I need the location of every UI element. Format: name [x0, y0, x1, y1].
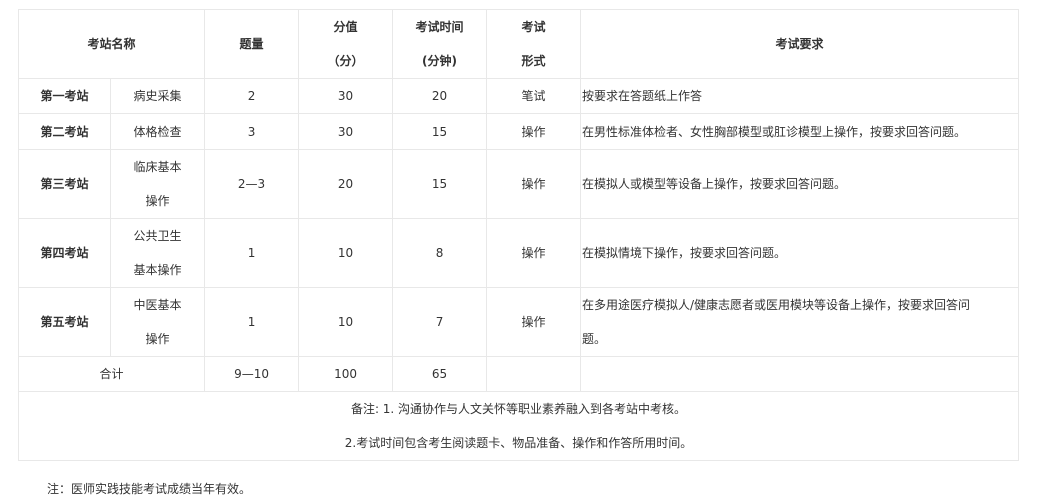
- table-row: 第四考站 公共卫生 基本操作 1 10 8 操作 在模拟情境下操作，按要求回答问…: [18, 218, 1020, 288]
- score-cell: 10: [298, 287, 394, 357]
- question-count-cell: 2—3: [204, 149, 300, 219]
- remarks-cell: 备注: 1. 沟通协作与人文关怀等职业素养融入到各考站中考核。 2.考试时间包含…: [17, 391, 1020, 461]
- requirement-cell: 在多用途医疗模拟人/健康志愿者或医用模块等设备上操作，按要求回答问 题。: [580, 287, 1020, 357]
- header-score-line2: （分）: [327, 54, 364, 68]
- total-question-count: 9—10: [204, 356, 300, 392]
- remarks-line2: 2.考试时间包含考生阅读题卡、物品准备、操作和作答所用时间。: [344, 436, 693, 450]
- time-cell: 15: [392, 113, 488, 150]
- table-row: 第五考站 中医基本 操作 1 10 7 操作 在多用途医疗模拟人/健康志愿者或医…: [18, 287, 1020, 357]
- requirement-line2: 题。: [582, 332, 607, 346]
- total-row: 合计 9—10 100 65: [17, 356, 1020, 392]
- table-row: 第三考站 临床基本 操作 2—3 20 15 操作 在模拟人或模型等设备上操作，…: [18, 149, 1020, 219]
- score-cell: 20: [298, 149, 394, 219]
- question-count-cell: 3: [204, 113, 300, 150]
- station-subject: 病史采集: [109, 78, 206, 114]
- station-subject: 体格检查: [109, 113, 206, 150]
- form-cell: 操作: [486, 113, 582, 150]
- header-exam-time: 考试时间 (分钟): [392, 9, 488, 79]
- score-cell: 10: [298, 218, 394, 288]
- score-cell: 30: [298, 78, 394, 114]
- station-subject: 中医基本 操作: [109, 287, 206, 357]
- time-cell: 7: [392, 287, 488, 357]
- form-cell: 操作: [486, 287, 582, 357]
- form-cell: 操作: [486, 149, 582, 219]
- station-subject: 公共卫生 基本操作: [109, 218, 206, 288]
- form-cell: 操作: [486, 218, 582, 288]
- station-subject: 临床基本 操作: [109, 149, 206, 219]
- total-score: 100: [298, 356, 394, 392]
- station-subject-line2: 操作: [145, 332, 170, 346]
- station-subject-line1: 临床基本: [133, 160, 182, 174]
- time-cell: 15: [392, 149, 488, 219]
- header-score-line1: 分值: [333, 20, 358, 34]
- time-cell: 20: [392, 78, 488, 114]
- total-label: 合计: [17, 356, 206, 392]
- station-label: 第五考站: [18, 287, 111, 357]
- station-subject-line2: 操作: [145, 194, 170, 208]
- table-header-row: 考站名称 题量 分值 （分） 考试时间 (分钟) 考试 形式 考试要求: [17, 9, 1020, 79]
- validity-footnote: 注：医师实践技能考试成绩当年有效。: [47, 482, 252, 496]
- header-exam-form: 考试 形式: [486, 9, 582, 79]
- remarks-line1: 备注: 1. 沟通协作与人文关怀等职业素养融入到各考站中考核。: [350, 402, 687, 416]
- total-time: 65: [392, 356, 488, 392]
- requirement-cell: 在模拟情境下操作，按要求回答问题。: [580, 218, 1020, 288]
- station-subject-line1: 公共卫生: [133, 229, 182, 243]
- form-cell: 笔试: [486, 78, 582, 114]
- requirement-line1: 在多用途医疗模拟人/健康志愿者或医用模块等设备上操作，按要求回答问: [582, 298, 971, 312]
- total-form-empty: [486, 356, 582, 392]
- table-row: 第一考站 病史采集 2 30 20 笔试 按要求在答题纸上作答: [18, 78, 1020, 114]
- question-count-cell: 1: [204, 218, 300, 288]
- header-station-name: 考站名称: [17, 9, 206, 79]
- station-label: 第四考站: [18, 218, 111, 288]
- header-time-line1: 考试时间: [415, 20, 464, 34]
- remarks-row: 备注: 1. 沟通协作与人文关怀等职业素养融入到各考站中考核。 2.考试时间包含…: [17, 391, 1020, 461]
- header-form-line2: 形式: [521, 54, 546, 68]
- station-label: 第二考站: [18, 113, 111, 150]
- header-requirement: 考试要求: [580, 9, 1020, 79]
- requirement-cell: 在男性标准体检者、女性胸部模型或肛诊模型上操作，按要求回答问题。: [580, 113, 1020, 150]
- header-score: 分值 （分）: [298, 9, 394, 79]
- time-cell: 8: [392, 218, 488, 288]
- header-form-line1: 考试: [521, 20, 546, 34]
- exam-station-table: 考站名称 题量 分值 （分） 考试时间 (分钟) 考试 形式 考试要求 第一考站…: [17, 9, 1020, 461]
- station-label: 第三考站: [18, 149, 111, 219]
- score-cell: 30: [298, 113, 394, 150]
- requirement-cell: 在模拟人或模型等设备上操作，按要求回答问题。: [580, 149, 1020, 219]
- question-count-cell: 2: [204, 78, 300, 114]
- table-row: 第二考站 体格检查 3 30 15 操作 在男性标准体检者、女性胸部模型或肛诊模…: [18, 113, 1020, 150]
- station-subject-line1: 中医基本: [133, 298, 182, 312]
- header-question-count: 题量: [204, 9, 300, 79]
- station-subject-line2: 基本操作: [133, 263, 182, 277]
- station-label: 第一考站: [18, 78, 111, 114]
- question-count-cell: 1: [204, 287, 300, 357]
- requirement-cell: 按要求在答题纸上作答: [580, 78, 1020, 114]
- total-requirement-empty: [580, 356, 1020, 392]
- header-time-line2: (分钟): [422, 54, 457, 68]
